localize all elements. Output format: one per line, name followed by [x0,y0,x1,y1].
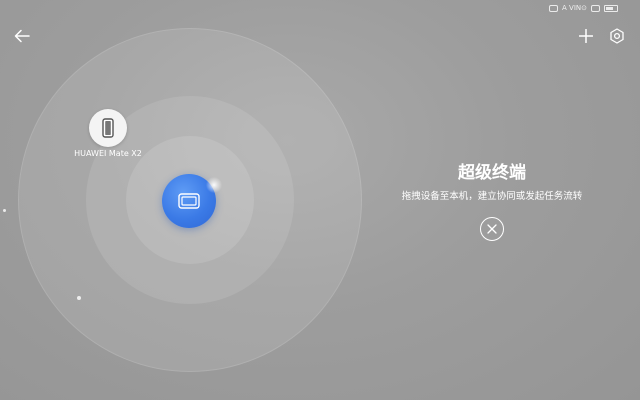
radar-dot [3,209,6,212]
add-button[interactable] [574,24,598,48]
nearby-device-huawei-mate-x2[interactable] [89,109,127,147]
arrow-left-icon [14,29,30,43]
page-subtitle: 拖拽设备至本机，建立协同或发起任务流转 [401,191,583,202]
gear-icon [610,28,624,44]
plus-icon [579,29,593,43]
status-text: A VIN⊙ [562,4,587,12]
back-button[interactable] [10,24,34,48]
notification-icon [549,4,559,12]
nearby-device-label: HUAWEI Mate X2 [74,149,142,158]
phone-icon [102,118,114,138]
battery-icon [604,4,618,12]
close-icon [487,224,497,234]
wifi-icon [591,4,600,12]
close-button[interactable] [480,217,504,241]
radar-dot [77,296,81,300]
page-title: 超级终端 [458,163,526,183]
settings-button[interactable] [605,24,629,48]
tablet-icon [178,193,200,209]
status-bar: A VIN⊙ [549,2,618,14]
highlight-glow [206,177,222,193]
